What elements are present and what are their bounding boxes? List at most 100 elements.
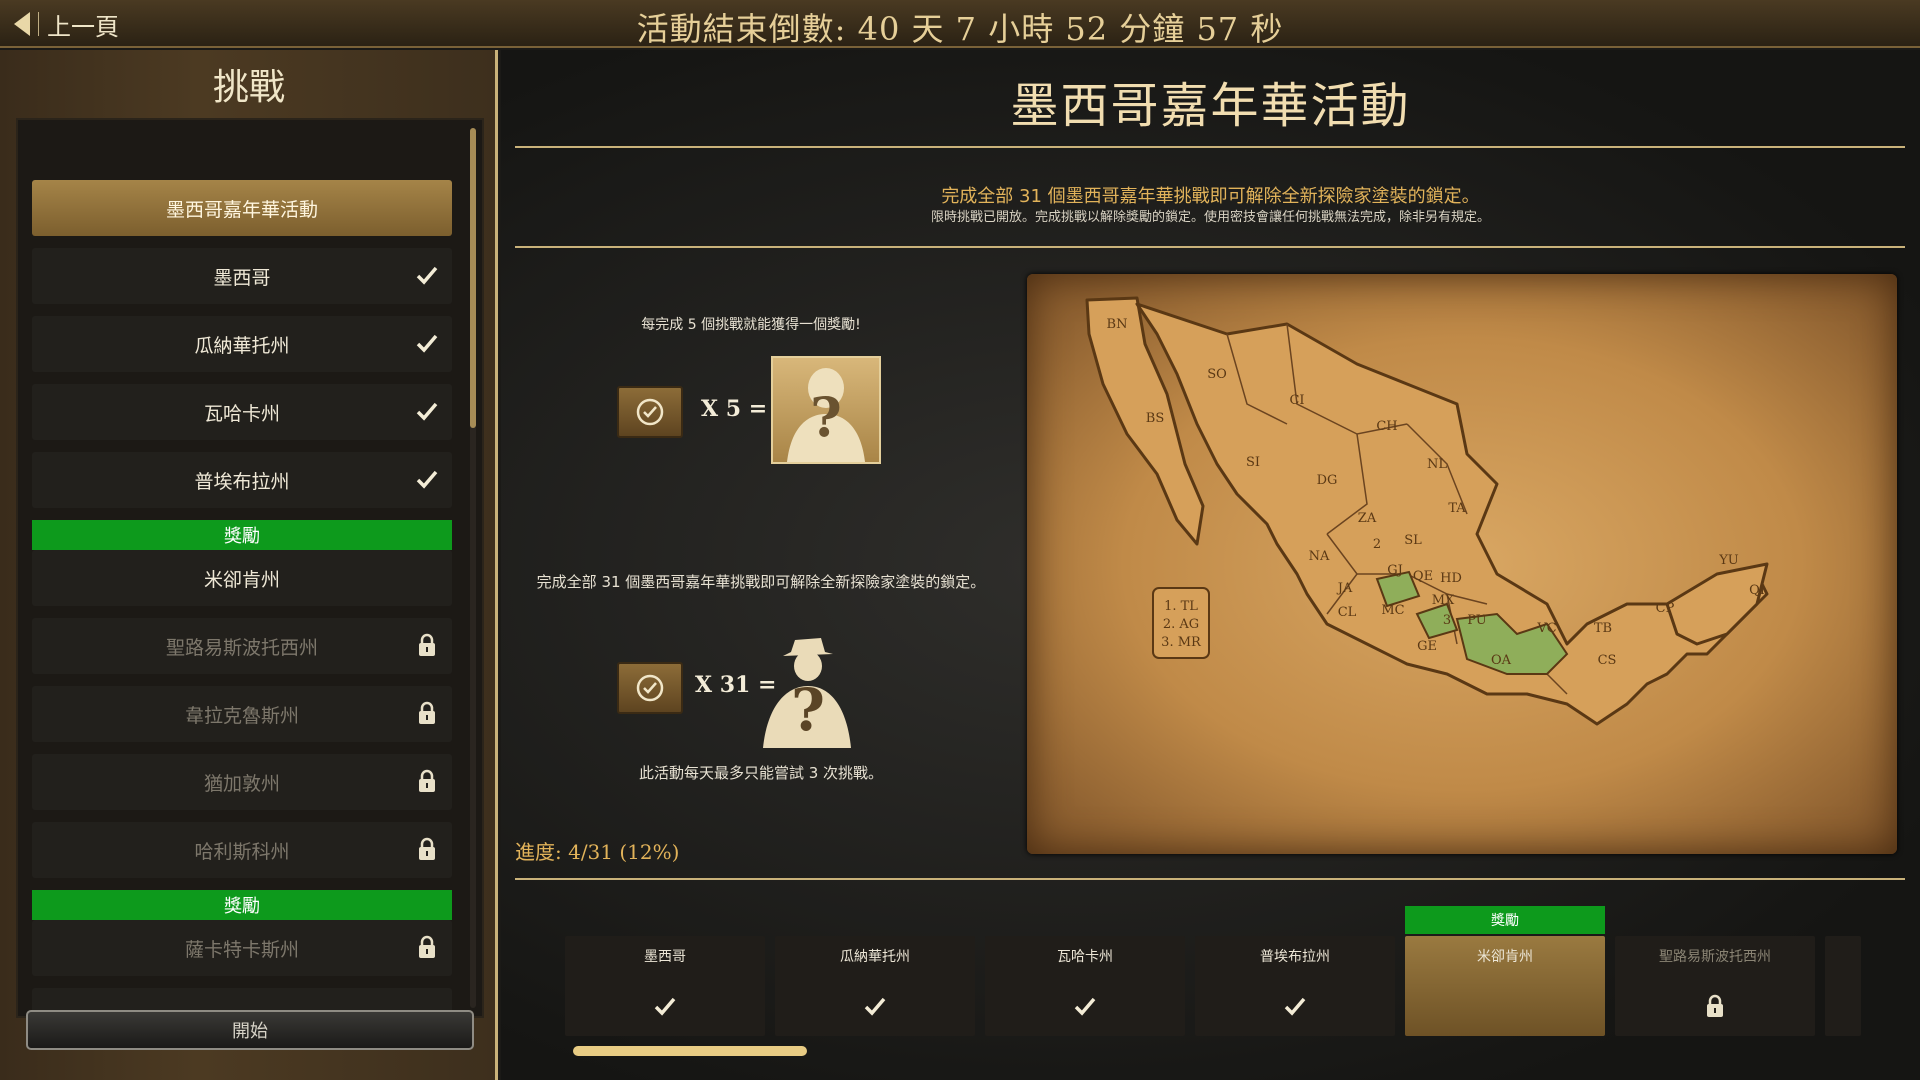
map-label: 2: [1373, 537, 1381, 552]
challenge-sidebar: 挑戰 墨西哥嘉年華活動 墨西哥 瓜納華托州 瓦哈卡州 普埃布拉州 獎勵 米卻肯州…: [0, 50, 498, 1080]
map-label: BN: [1107, 317, 1128, 332]
challenge-card-michoacan[interactable]: 米卻肯州: [1405, 936, 1605, 1036]
map-label: JA: [1336, 581, 1353, 596]
divider: [515, 146, 1905, 148]
map-label: CH: [1376, 419, 1397, 434]
map-label: YU: [1718, 553, 1739, 568]
list-item-label: 哈利斯科州: [194, 840, 290, 863]
mystery-reward-portrait: ?: [771, 356, 881, 464]
event-detail-panel: 墨西哥嘉年華活動 完成全部 31 個墨西哥嘉年華挑戰即可解除全新探險家塗裝的鎖定…: [501, 50, 1920, 1080]
list-item-veracruz[interactable]: 韋拉克魯斯州: [32, 686, 452, 742]
list-item-label: 猶加敦州: [203, 772, 280, 795]
lock-icon: [414, 700, 440, 726]
svg-text:?: ?: [791, 676, 825, 744]
map-label: NL: [1427, 457, 1447, 472]
card-label: 墨西哥: [644, 949, 686, 965]
card-label: 聖路易斯波托西州: [1659, 949, 1771, 965]
card-label: 瓜納華托州: [840, 949, 910, 965]
check-icon: [414, 262, 440, 288]
list-item-label: 米卻肯州: [203, 568, 280, 591]
check-circle-icon: [636, 674, 664, 702]
divider: [515, 246, 1905, 248]
top-bar: 上一頁 活動結束倒數: 40 天 7 小時 52 分鐘 57 秒: [0, 0, 1920, 48]
list-item-puebla[interactable]: 普埃布拉州: [32, 452, 452, 508]
map-legend: 1. TL 2. AG 3. MR: [1152, 587, 1210, 659]
list-scrollbar[interactable]: [470, 128, 476, 1008]
reward31-caption: 完成全部 31 個墨西哥嘉年華挑戰即可解除全新探險家塗裝的鎖定。: [536, 573, 986, 591]
card-label: 瓦哈卡州: [1057, 949, 1113, 965]
challenge-card-mexico[interactable]: 墨西哥: [565, 936, 765, 1036]
map-legend-item: 1. TL: [1164, 599, 1198, 614]
map-label: BS: [1146, 411, 1164, 426]
check-icon: [1073, 994, 1097, 1018]
reward-tag: 獎勵: [1405, 906, 1605, 934]
reward5-multiplier: X 5 =: [701, 396, 768, 422]
event-countdown: 活動結束倒數: 40 天 7 小時 52 分鐘 57 秒: [636, 10, 1284, 48]
list-item-san-luis-potosi[interactable]: 聖路易斯波托西州: [32, 618, 452, 674]
list-item-oaxaca[interactable]: 瓦哈卡州: [32, 384, 452, 440]
map-yucatan: [1665, 562, 1769, 646]
check-icon: [653, 994, 677, 1018]
challenge-card-san-luis-potosi[interactable]: 聖路易斯波托西州: [1615, 936, 1815, 1036]
map-label: TB: [1594, 621, 1612, 636]
list-item-event[interactable]: 墨西哥嘉年華活動: [32, 180, 452, 236]
map-label: CP: [1656, 601, 1675, 616]
list-item-mexico[interactable]: 墨西哥: [32, 248, 452, 304]
map-label: VC: [1536, 621, 1556, 636]
challenge-card-partial[interactable]: [1825, 936, 1861, 1036]
list-item-guanajuato[interactable]: 瓜納華托州: [32, 316, 452, 372]
challenge-card-guanajuato[interactable]: 瓜納華托州: [775, 936, 975, 1036]
sidebar-title: 挑戰: [212, 67, 285, 108]
map-label: QI: [1749, 583, 1765, 598]
explorer-skin-silhouette: ?: [755, 636, 859, 748]
page-title: 墨西哥嘉年華活動: [1010, 78, 1411, 134]
check-icon: [414, 330, 440, 356]
card-label: 米卻肯州: [1477, 949, 1533, 965]
map-label: SL: [1404, 533, 1422, 548]
list-item-jalisco[interactable]: 哈利斯科州: [32, 822, 452, 878]
list-item-zacatecas[interactable]: 薩卡特卡斯州: [32, 920, 452, 976]
check-icon: [414, 398, 440, 424]
challenge-card-puebla[interactable]: 普埃布拉州: [1195, 936, 1395, 1036]
carousel-scrollbar[interactable]: [573, 1046, 807, 1056]
map-label: CS: [1598, 653, 1617, 668]
map-label: OA: [1491, 653, 1512, 668]
lock-icon: [414, 632, 440, 658]
map-label: CI: [1289, 393, 1304, 408]
check-circle-icon: [636, 398, 664, 426]
map-label: GE: [1417, 639, 1437, 654]
map-label: ZA: [1358, 511, 1377, 526]
map-legend-item: 3. MR: [1161, 635, 1202, 650]
card-label: 普埃布拉州: [1260, 949, 1330, 965]
map-label: SI: [1246, 455, 1260, 470]
map-label: NA: [1309, 549, 1330, 564]
lock-icon: [414, 768, 440, 794]
daily-attempts-note: 此活動每天最多只能嘗試 3 次挑戰。: [638, 764, 884, 782]
lock-icon: [1703, 994, 1727, 1018]
challenge-check-badge: [617, 386, 683, 438]
reward-tag: 獎勵: [32, 890, 452, 920]
challenge-check-badge: [617, 662, 683, 714]
lock-icon: [414, 934, 440, 960]
list-item-label: 薩卡特卡斯州: [184, 938, 299, 961]
map-label: PU: [1467, 613, 1487, 628]
map-label: DG: [1317, 473, 1338, 488]
map-label: MX: [1432, 593, 1455, 608]
reward-tag: 獎勵: [32, 520, 452, 550]
map-label: HD: [1440, 571, 1462, 586]
challenge-list[interactable]: 墨西哥嘉年華活動 墨西哥 瓜納華托州 瓦哈卡州 普埃布拉州 獎勵 米卻肯州 聖路…: [16, 118, 484, 1018]
divider: [515, 878, 1905, 880]
list-item-label: 瓜納華托州: [194, 334, 290, 357]
list-item-label: 韋拉克魯斯州: [184, 704, 299, 727]
start-button[interactable]: 開始: [26, 1010, 474, 1050]
progress-text: 進度: 4/31 (12%): [515, 840, 680, 864]
challenge-card-oaxaca[interactable]: 瓦哈卡州: [985, 936, 1185, 1036]
list-item-label: 墨西哥: [213, 266, 271, 289]
scrollbar-thumb[interactable]: [470, 128, 476, 428]
event-description: 完成全部 31 個墨西哥嘉年華挑戰即可解除全新探險家塗裝的鎖定。: [941, 186, 1480, 207]
list-item-michoacan[interactable]: 米卻肯州: [32, 550, 452, 606]
list-item-label: 普埃布拉州: [194, 470, 290, 493]
list-item-yucatan[interactable]: 猶加敦州: [32, 754, 452, 810]
lock-icon: [414, 836, 440, 862]
list-item-label: 墨西哥嘉年華活動: [165, 198, 318, 221]
